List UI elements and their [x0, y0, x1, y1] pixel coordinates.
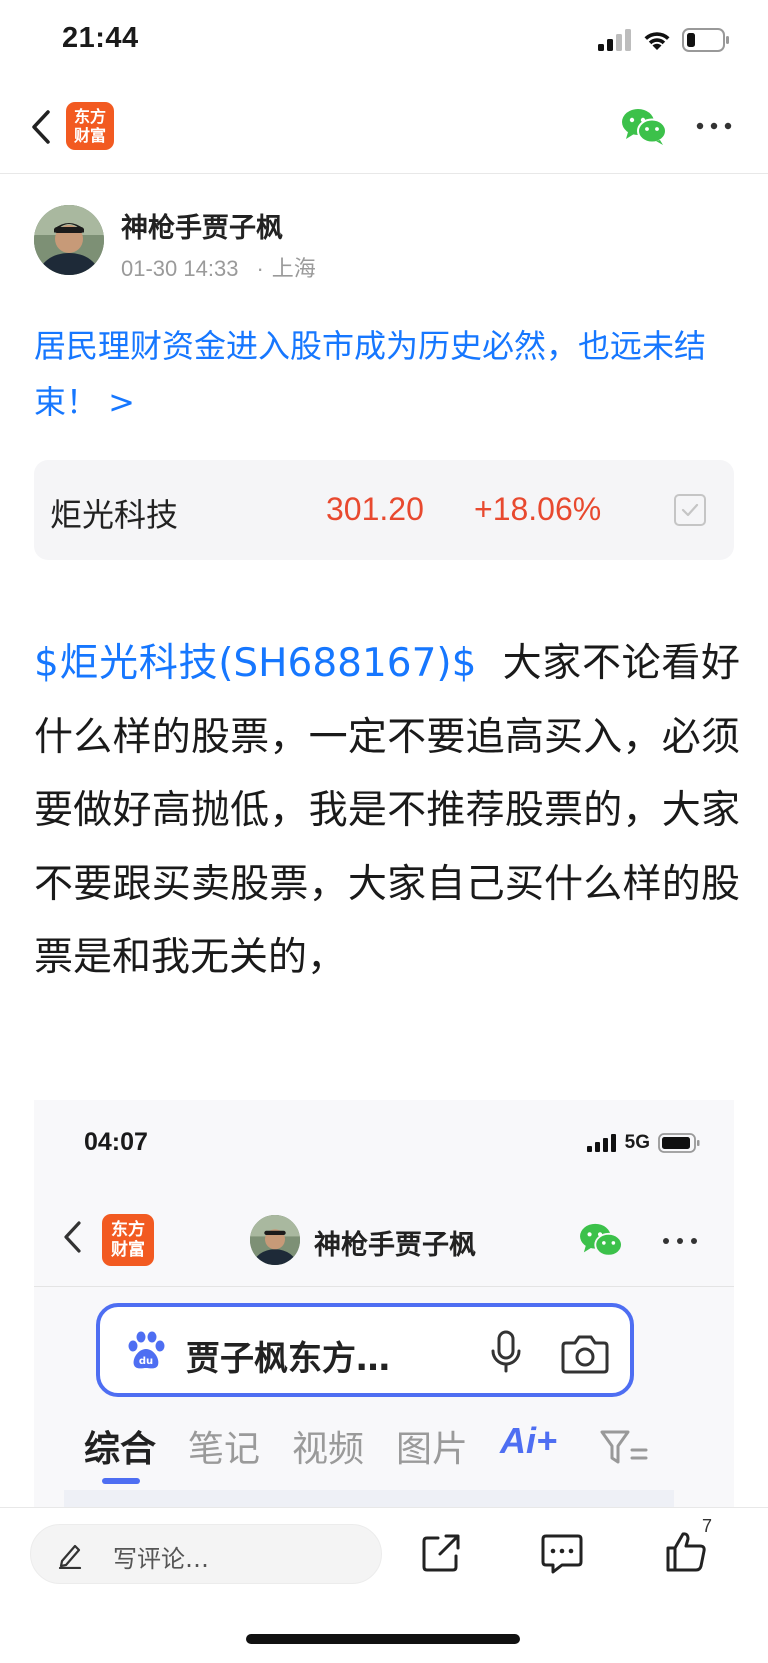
- svg-text:du: du: [139, 1356, 153, 1367]
- embedded-battery-icon: [658, 1133, 700, 1153]
- embedded-app-logo: 东方 财富: [102, 1214, 154, 1266]
- embedded-tab-notes: 笔记: [188, 1429, 261, 1470]
- embedded-more-icon: [663, 1238, 697, 1244]
- embedded-search-box: du 贾子枫东方…: [96, 1303, 634, 1397]
- status-icons: [598, 28, 730, 52]
- embedded-logo-line1: 东方: [111, 1220, 145, 1240]
- embedded-logo-line2: 财富: [111, 1240, 145, 1260]
- stock-tag-link[interactable]: $炬光科技(SH688167)$: [34, 641, 476, 686]
- logo-text-line1: 东方: [73, 107, 106, 126]
- share-icon[interactable]: [420, 1532, 462, 1574]
- embedded-search-text: 贾子枫东方…: [186, 1339, 390, 1379]
- embedded-tab-comprehensive: 综合: [84, 1429, 157, 1470]
- embedded-ai-tab: Ai+: [500, 1420, 558, 1461]
- embedded-network: 5G: [624, 1132, 650, 1153]
- comments-icon[interactable]: [540, 1532, 584, 1574]
- filter-icon: [600, 1430, 648, 1464]
- embedded-content-strip: [64, 1490, 674, 1508]
- embedded-status-time: 04:07: [84, 1128, 148, 1156]
- post-meta: 01-30 14:33 · 上海: [121, 251, 316, 283]
- meta-separator: ·: [256, 256, 264, 281]
- stock-price: 301.20: [326, 491, 424, 527]
- embedded-tab-underline: [102, 1478, 140, 1484]
- logo-text-line2: 财富: [73, 126, 106, 145]
- wechat-share-icon[interactable]: [620, 106, 668, 148]
- status-time: 21:44: [62, 22, 139, 54]
- embedded-back-icon: [64, 1221, 81, 1253]
- embedded-tab-images: 图片: [396, 1429, 469, 1470]
- microphone-icon: [491, 1330, 521, 1373]
- signal-icon: [598, 29, 631, 51]
- pencil-icon: [58, 1544, 82, 1569]
- post-text: 大家不论看好什么样的股票，一定不要追高买入，必须要做好高抛低，我是不推荐股票的，…: [34, 641, 740, 980]
- author-name[interactable]: 神枪手贾子枫: [121, 206, 283, 245]
- author-row: 神枪手贾子枫 01-30 14:33 · 上海: [34, 205, 734, 281]
- embedded-nav-bar: 东方 财富 神枪手贾子枫: [34, 1195, 734, 1287]
- stock-card[interactable]: 炬光科技 301.20 +18.06%: [34, 460, 734, 560]
- home-indicator: [246, 1634, 520, 1644]
- more-icon[interactable]: [694, 114, 734, 138]
- avatar-photo: [34, 205, 104, 275]
- stock-change: +18.06%: [474, 491, 602, 527]
- baidu-paw-icon: du: [128, 1331, 165, 1369]
- add-watchlist-checkbox[interactable]: [674, 494, 706, 526]
- embedded-avatar: [250, 1215, 300, 1265]
- check-icon: [681, 503, 699, 517]
- headline-link[interactable]: 居民理财资金进入股市成为历史必然，也远未结束！ >: [34, 318, 734, 430]
- comment-placeholder: 写评论…: [113, 1545, 209, 1573]
- embedded-tab-videos: 视频: [292, 1429, 365, 1470]
- comment-input[interactable]: 写评论…: [30, 1524, 382, 1584]
- post-body: $炬光科技(SH688167)$ 大家不论看好什么样的股票，一定不要追高买入，必…: [34, 627, 740, 995]
- embedded-signal-icon: [586, 1134, 616, 1152]
- avatar[interactable]: [34, 205, 104, 275]
- embedded-screenshot[interactable]: 04:07 5G 东方 财富 神枪手贾子枫 du 贾子枫东方… 综合 笔记 视频…: [34, 1100, 734, 1508]
- back-icon[interactable]: [24, 104, 60, 150]
- like-count: 7: [702, 1516, 713, 1536]
- bottom-bar: 写评论… 7: [0, 1507, 768, 1663]
- embedded-wechat-icon: [580, 1223, 623, 1257]
- embedded-author-name: 神枪手贾子枫: [314, 1230, 476, 1261]
- status-bar: 21:44: [0, 0, 768, 84]
- camera-icon: [561, 1335, 609, 1374]
- embedded-avatar-photo: [250, 1215, 300, 1265]
- stock-name: 炬光科技: [50, 496, 179, 534]
- embedded-tabs: 综合 笔记 视频 图片 Ai+: [84, 1420, 724, 1484]
- embedded-status-icons: 5G: [586, 1132, 700, 1154]
- battery-icon: [682, 28, 729, 52]
- post-location: 上海: [271, 256, 316, 281]
- app-logo[interactable]: 东方 财富: [66, 102, 114, 150]
- post-date: 01-30 14:33: [121, 256, 239, 281]
- nav-bar: 东方 财富: [0, 84, 768, 174]
- wifi-icon: [644, 32, 670, 50]
